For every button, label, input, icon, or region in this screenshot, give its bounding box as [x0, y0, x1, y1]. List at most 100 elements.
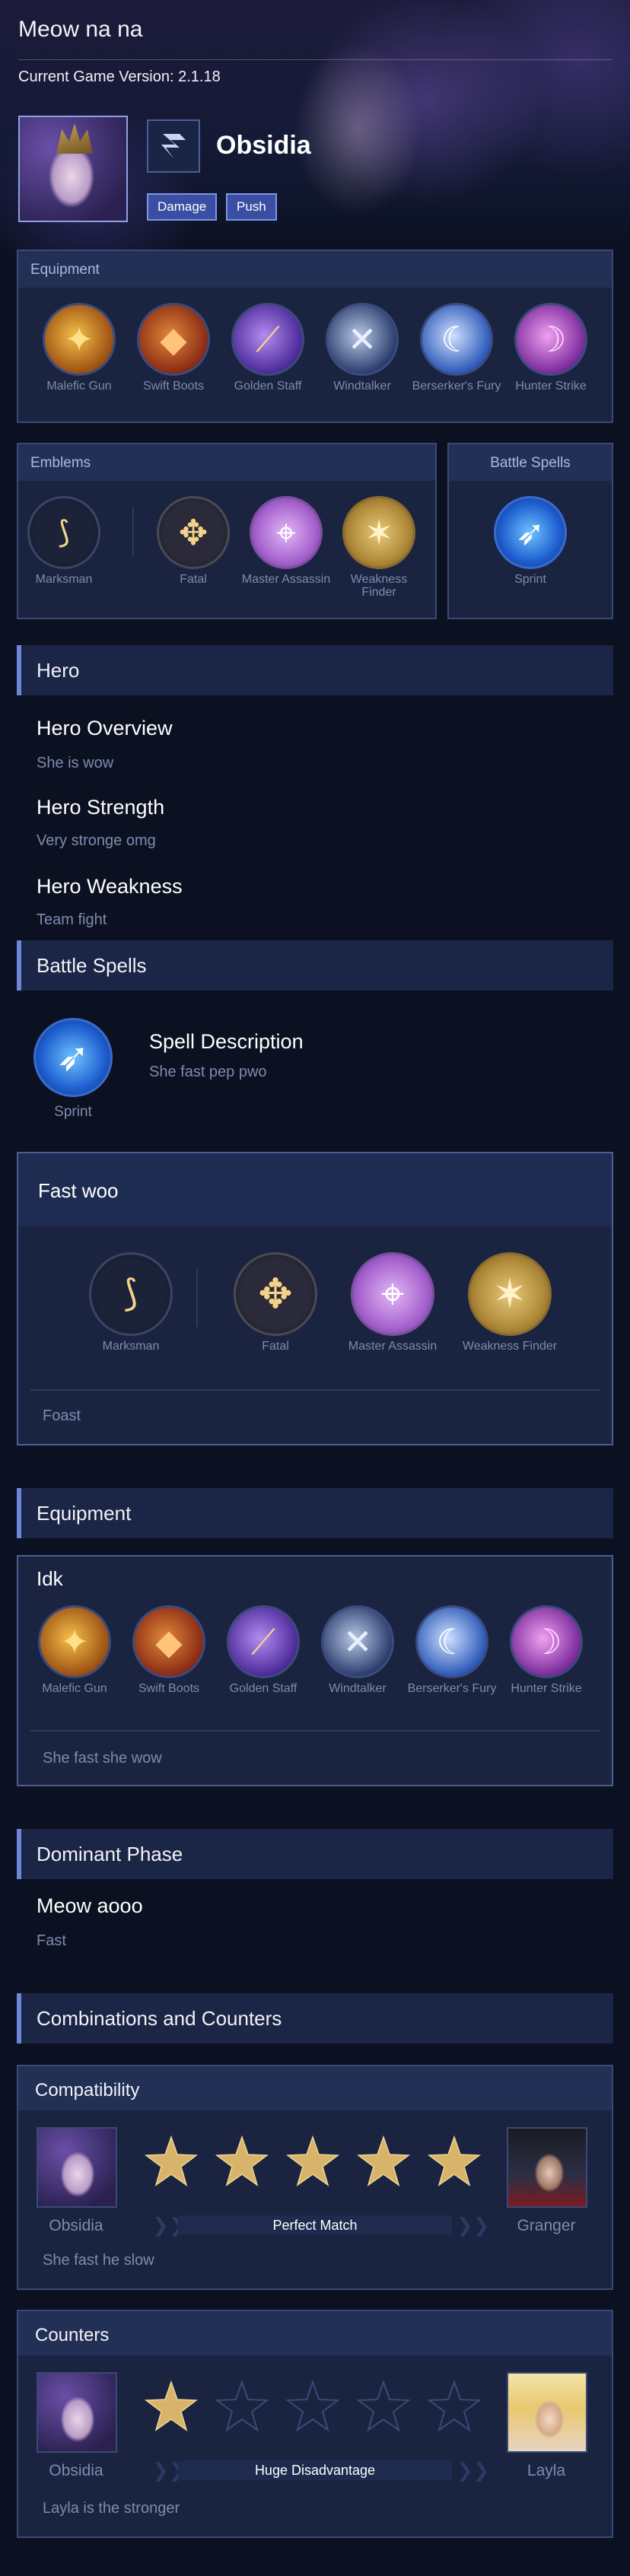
counters-card: Counters Obsidia Layla ❯❯ Huge Disadvant… [17, 2310, 613, 2538]
equipment-panel-title: Equipment [18, 251, 612, 288]
item-golden-staff[interactable]: ⟋ Golden Staff [222, 303, 313, 393]
star-empty-icon [357, 2380, 410, 2432]
spell-description-title: Spell Description [149, 1030, 304, 1053]
compatibility-card: Compatibility Obsidia Granger ❯❯ Perfect… [17, 2065, 613, 2290]
emblem-divider [132, 507, 134, 557]
compatibility-title: Compatibility [18, 2066, 612, 2110]
emblem-marksman[interactable]: ⟆ Marksman [18, 496, 110, 587]
role-badge-push[interactable]: Push [226, 193, 277, 221]
star-filled-icon [357, 2135, 410, 2186]
hero-weakness-text: Team fight [37, 911, 107, 928]
item-hunter-strike[interactable]: ☽ Hunter Strike [505, 303, 597, 393]
avatar-obsidia[interactable] [37, 2372, 117, 2453]
equipment-build-divider [30, 1730, 600, 1732]
equipment-build-card: Idk ✦ Malefic Gun ◆ Swift Boots ⟋ Golden… [17, 1555, 613, 1786]
section-combinations-counters: Combinations and Counters [17, 1993, 613, 2043]
hero-overview-text: She is wow [37, 755, 114, 771]
weakness-finder-icon: ✶ [342, 496, 415, 569]
star-empty-icon [286, 2380, 339, 2432]
marksman-emblem-icon [147, 119, 200, 173]
build-item-swift-boots[interactable]: ◆ Swift Boots [123, 1605, 215, 1696]
battle-spells-panel-title: Battle Spells [449, 444, 612, 481]
build-item-malefic-gun[interactable]: ✦ Malefic Gun [29, 1605, 120, 1696]
item-label: Windtalker [329, 1682, 387, 1695]
spell-sprint-large[interactable]: ➶ Sprint [27, 1018, 119, 1120]
left-hero-name: Obsidia [49, 2462, 103, 2479]
star-filled-icon [215, 2135, 269, 2186]
item-label: Berserker's Fury [412, 380, 501, 393]
build-item-golden-staff[interactable]: ⟋ Golden Staff [218, 1605, 309, 1696]
item-label: Hunter Strike [511, 1682, 582, 1695]
hero-name: Obsidia [216, 131, 311, 160]
role-badge-damage[interactable]: Damage [147, 193, 218, 221]
item-label: Swift Boots [142, 380, 205, 393]
compatibility-note: She fast he slow [43, 2252, 154, 2269]
item-label: Hunter Strike [515, 380, 587, 393]
build-emblem-master-assassin[interactable]: ⌖ Master Assassin [339, 1252, 446, 1353]
item-label: Berserker's Fury [407, 1682, 497, 1695]
game-version: Current Game Version: 2.1.18 [18, 68, 221, 85]
emblem-build-divider [30, 1389, 600, 1391]
golden-staff-icon: ⟋ [227, 1605, 300, 1678]
emblem-build-title: Fast woo [38, 1179, 119, 1202]
build-emblem-fatal[interactable]: ✥ Fatal [222, 1252, 329, 1353]
item-label: Swift Boots [138, 1682, 200, 1695]
dominant-phase-text: Fast [37, 1932, 66, 1949]
build-item-hunter-strike[interactable]: ☽ Hunter Strike [501, 1605, 592, 1696]
emblem-label: Master Assassin [348, 1340, 438, 1353]
avatar-obsidia[interactable] [37, 2127, 117, 2208]
build-emblem-marksman[interactable]: ⟆ Marksman [78, 1252, 184, 1353]
emblem-label: Fatal [262, 1340, 289, 1353]
fatal-icon: ✥ [234, 1252, 317, 1336]
counters-rating: Huge Disadvantage [178, 2460, 452, 2480]
hero-portrait [18, 116, 128, 222]
hero-strength-title: Hero Strength [37, 796, 165, 819]
marksman-bow-icon: ⟆ [89, 1252, 173, 1336]
spell-sprint[interactable]: ➶ Sprint [485, 496, 576, 587]
hero-strength-text: Very stronge omg [37, 832, 156, 849]
chevron-right-icon: ❯❯ [457, 2459, 490, 2482]
emblem-label: Weakness Finder [350, 573, 408, 599]
crown-decoration [56, 123, 93, 154]
section-equipment: Equipment [17, 1488, 613, 1538]
star-filled-icon [286, 2135, 339, 2186]
equipment-build-title: Idk [37, 1567, 63, 1590]
emblem-master-assassin[interactable]: ⌖ Master Assassin [240, 496, 332, 587]
chevron-right-icon: ❯❯ [457, 2214, 490, 2237]
avatar-layla[interactable] [507, 2372, 587, 2453]
title-divider [18, 59, 612, 60]
battle-spells-panel: Battle Spells ➶ Sprint [447, 443, 613, 619]
avatar-granger[interactable] [507, 2127, 587, 2208]
emblem-label: Weakness Finder [462, 1340, 558, 1353]
emblem-fatal[interactable]: ✥ Fatal [148, 496, 239, 587]
item-berserkers-fury[interactable]: ☾ Berserker's Fury [411, 303, 502, 393]
build-item-windtalker[interactable]: ✕ Windtalker [312, 1605, 403, 1696]
spell-label: Sprint [514, 573, 546, 586]
page-title: Meow na na [18, 17, 143, 42]
star-empty-icon [215, 2380, 269, 2432]
dominant-phase-heading: Meow aooo [37, 1894, 143, 1917]
section-battle-spells: Battle Spells [17, 940, 613, 991]
star-filled-icon [428, 2135, 481, 2186]
counters-title: Counters [18, 2311, 612, 2355]
emblems-panel: Emblems ⟆ Marksman ✥ Fatal ⌖ Master Assa… [17, 443, 437, 619]
golden-staff-icon: ⟋ [231, 303, 304, 376]
equipment-build-note: She fast she wow [43, 1750, 162, 1767]
berserkers-fury-icon: ☾ [420, 303, 493, 376]
weakness-finder-icon: ✶ [468, 1252, 552, 1336]
hunter-strike-icon: ☽ [510, 1605, 583, 1678]
build-emblem-weakness-finder[interactable]: ✶ Weakness Finder [457, 1252, 563, 1353]
master-assassin-icon: ⌖ [351, 1252, 434, 1336]
emblem-label: Fatal [180, 573, 207, 586]
emblem-weakness-finder[interactable]: ✶ Weakness Finder [333, 496, 425, 599]
spell-description-text: She fast pep pwo [149, 1064, 267, 1080]
windtalker-icon: ✕ [321, 1605, 394, 1678]
item-swift-boots[interactable]: ◆ Swift Boots [128, 303, 219, 393]
class-glyph-icon [161, 134, 186, 158]
marksman-bow-icon: ⟆ [27, 496, 100, 569]
build-item-berserkers-fury[interactable]: ☾ Berserker's Fury [406, 1605, 498, 1696]
fatal-icon: ✥ [157, 496, 230, 569]
item-malefic-gun[interactable]: ✦ Malefic Gun [33, 303, 125, 393]
malefic-gun-icon: ✦ [43, 303, 116, 376]
item-windtalker[interactable]: ✕ Windtalker [317, 303, 408, 393]
